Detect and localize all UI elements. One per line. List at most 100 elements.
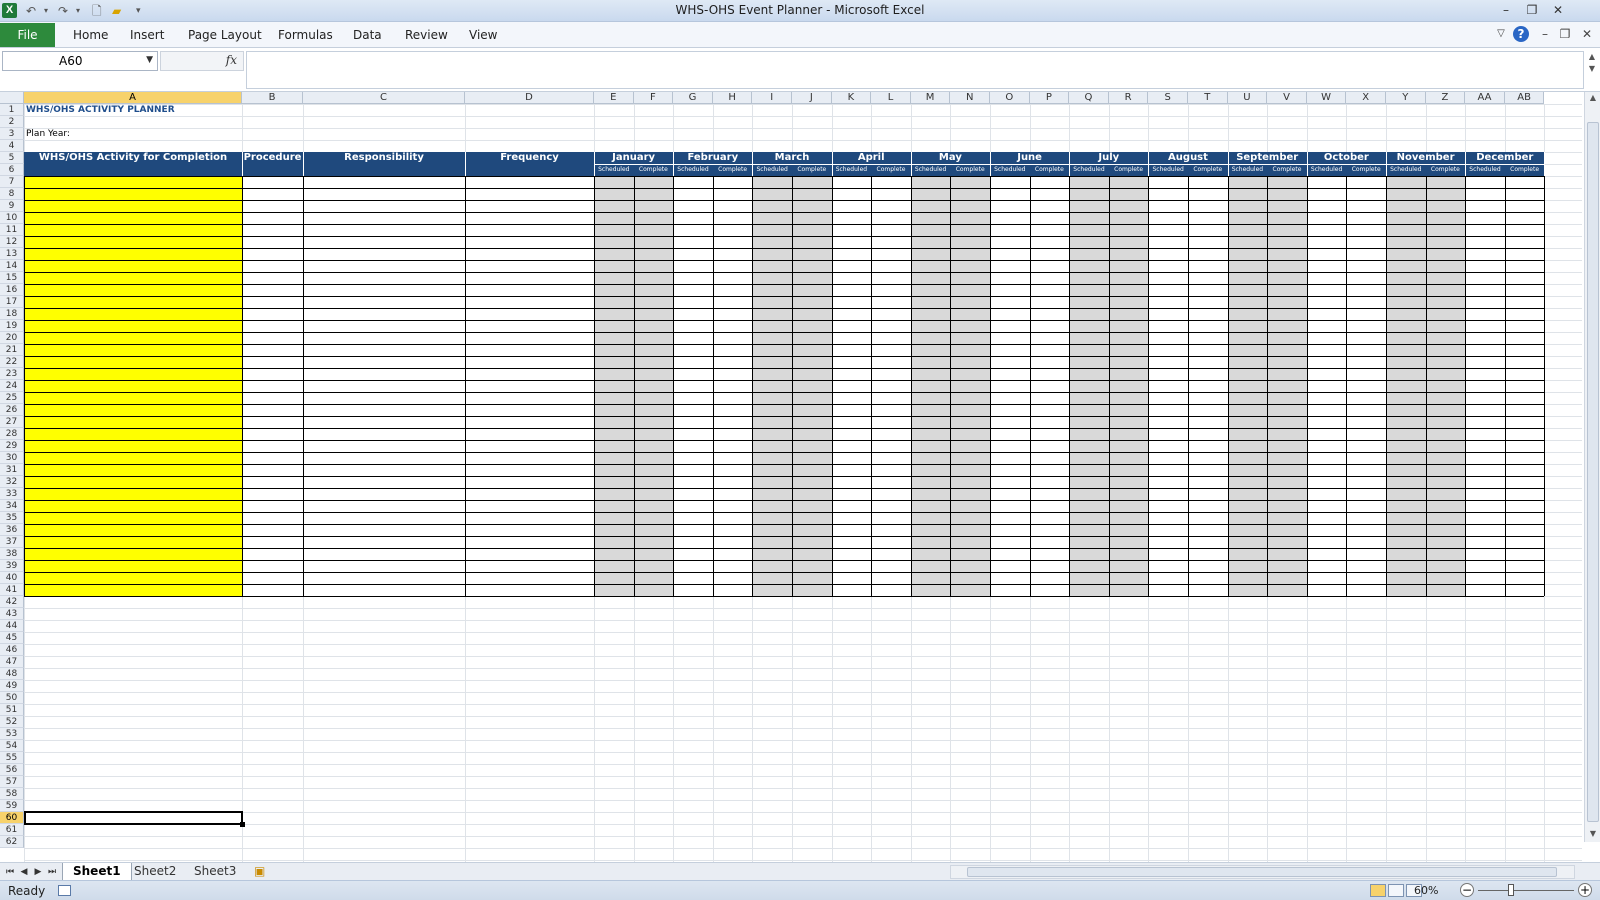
close-icon[interactable]: ✕ xyxy=(1546,1,1570,19)
row-header-60[interactable]: 60 xyxy=(0,812,24,824)
column-header-f[interactable]: F xyxy=(633,92,674,104)
sheet-title[interactable]: WHS/OHS ACTIVITY PLANNER xyxy=(26,104,175,116)
fill-handle[interactable] xyxy=(240,822,245,827)
subheader-scheduled[interactable]: Scheduled xyxy=(752,164,792,176)
column-header-p[interactable]: P xyxy=(1029,92,1070,104)
row-header-39[interactable]: 39 xyxy=(0,560,24,572)
row-header-3[interactable]: 3 xyxy=(0,128,24,140)
row-header-22[interactable]: 22 xyxy=(0,356,24,368)
tab-page-layout[interactable]: Page Layout xyxy=(188,23,262,47)
month-header-december[interactable]: December xyxy=(1465,152,1544,164)
vertical-scrollbar[interactable]: ▲ ▼ xyxy=(1584,92,1600,842)
column-header-v[interactable]: V xyxy=(1267,92,1307,104)
header-procedure[interactable]: Procedure xyxy=(242,152,303,164)
row-header-56[interactable]: 56 xyxy=(0,764,24,776)
scroll-up-icon[interactable]: ▲ xyxy=(1585,92,1600,104)
tab-review[interactable]: Review xyxy=(405,23,448,47)
column-header-d[interactable]: D xyxy=(465,92,594,104)
column-header-g[interactable]: G xyxy=(673,92,713,104)
row-header-17[interactable]: 17 xyxy=(0,296,24,308)
row-header-55[interactable]: 55 xyxy=(0,752,24,764)
row-header-54[interactable]: 54 xyxy=(0,740,24,752)
subheader-scheduled[interactable]: Scheduled xyxy=(832,164,872,176)
month-header-june[interactable]: June xyxy=(990,152,1069,164)
insert-sheet-icon[interactable]: ▣ xyxy=(244,863,275,880)
first-sheet-icon[interactable]: ⏮ xyxy=(4,865,16,879)
column-header-h[interactable]: H xyxy=(712,92,753,104)
column-header-z[interactable]: Z xyxy=(1425,92,1466,104)
column-header-y[interactable]: Y xyxy=(1386,92,1426,104)
macro-record-icon[interactable] xyxy=(58,885,71,896)
month-header-july[interactable]: July xyxy=(1069,152,1148,164)
subheader-complete[interactable]: Complete xyxy=(634,164,674,176)
zoom-slider-track[interactable] xyxy=(1478,890,1574,891)
row-header-46[interactable]: 46 xyxy=(0,644,24,656)
row-header-10[interactable]: 10 xyxy=(0,212,24,224)
column-header-i[interactable]: I xyxy=(752,92,792,104)
subheader-complete[interactable]: Complete xyxy=(1030,164,1070,176)
row-header-5[interactable]: 5 xyxy=(0,152,24,164)
subheader-scheduled[interactable]: Scheduled xyxy=(673,164,713,176)
chevron-down-icon[interactable]: ▼ xyxy=(146,55,153,65)
row-header-30[interactable]: 30 xyxy=(0,452,24,464)
row-header-38[interactable]: 38 xyxy=(0,548,24,560)
row-header-19[interactable]: 19 xyxy=(0,320,24,332)
row-header-62[interactable]: 62 xyxy=(0,836,24,848)
tab-view[interactable]: View xyxy=(469,23,497,47)
sheet-tab-sheet2[interactable]: Sheet2 xyxy=(124,863,186,880)
subheader-complete[interactable]: Complete xyxy=(950,164,990,176)
workbook-minimize-icon[interactable]: – xyxy=(1536,25,1554,43)
help-icon[interactable]: ? xyxy=(1513,26,1529,42)
worksheet-grid[interactable]: A B C D E F G H I J K L M N O P Q R S T U V W X Y Z AA AB 123456789… xyxy=(0,92,1582,862)
row-header-31[interactable]: 31 xyxy=(0,464,24,476)
row-header-1[interactable]: 1 xyxy=(0,104,24,116)
column-header-m[interactable]: M xyxy=(910,92,951,104)
scroll-down-icon[interactable]: ▼ xyxy=(1585,828,1600,840)
horizontal-scroll-thumb[interactable] xyxy=(967,867,1557,877)
column-header-t[interactable]: T xyxy=(1188,92,1228,104)
column-header-c[interactable]: C xyxy=(303,92,465,104)
month-header-march[interactable]: March xyxy=(752,152,831,164)
row-header-25[interactable]: 25 xyxy=(0,392,24,404)
subheader-scheduled[interactable]: Scheduled xyxy=(990,164,1030,176)
tab-insert[interactable]: Insert xyxy=(130,23,164,47)
column-header-s[interactable]: S xyxy=(1148,92,1188,104)
column-header-j[interactable]: J xyxy=(792,92,832,104)
row-header-24[interactable]: 24 xyxy=(0,380,24,392)
row-header-50[interactable]: 50 xyxy=(0,692,24,704)
minimize-icon[interactable]: – xyxy=(1494,1,1518,19)
row-header-2[interactable]: 2 xyxy=(0,116,24,128)
subheader-complete[interactable]: Complete xyxy=(792,164,832,176)
row-header-59[interactable]: 59 xyxy=(0,800,24,812)
row-header-14[interactable]: 14 xyxy=(0,260,24,272)
tab-data[interactable]: Data xyxy=(353,23,382,47)
zoom-out-icon[interactable]: − xyxy=(1460,883,1474,897)
row-header-7[interactable]: 7 xyxy=(0,176,24,188)
minimize-ribbon-icon[interactable]: ▽ xyxy=(1492,25,1510,43)
column-header-x[interactable]: X xyxy=(1346,92,1386,104)
insert-function-icon[interactable]: fx xyxy=(226,53,237,67)
subheader-scheduled[interactable]: Scheduled xyxy=(1465,164,1505,176)
subheader-scheduled[interactable]: Scheduled xyxy=(594,164,634,176)
name-box[interactable]: A60 ▼ xyxy=(2,51,158,71)
column-header-u[interactable]: U xyxy=(1227,92,1268,104)
formula-input[interactable] xyxy=(246,51,1584,89)
subheader-complete[interactable]: Complete xyxy=(1267,164,1307,176)
row-header-21[interactable]: 21 xyxy=(0,344,24,356)
zoom-slider-thumb[interactable] xyxy=(1508,884,1514,896)
column-header-l[interactable]: L xyxy=(871,92,911,104)
subheader-complete[interactable]: Complete xyxy=(1505,164,1545,176)
row-header-15[interactable]: 15 xyxy=(0,272,24,284)
row-header-53[interactable]: 53 xyxy=(0,728,24,740)
restore-icon[interactable]: ❐ xyxy=(1520,1,1544,19)
subheader-scheduled[interactable]: Scheduled xyxy=(1228,164,1268,176)
column-header-q[interactable]: Q xyxy=(1069,92,1109,104)
month-header-february[interactable]: February xyxy=(673,152,752,164)
row-header-16[interactable]: 16 xyxy=(0,284,24,296)
page-layout-view-icon[interactable] xyxy=(1388,884,1404,897)
month-header-october[interactable]: October xyxy=(1307,152,1386,164)
row-header-45[interactable]: 45 xyxy=(0,632,24,644)
column-header-n[interactable]: N xyxy=(950,92,990,104)
row-header-28[interactable]: 28 xyxy=(0,428,24,440)
column-header-ab[interactable]: AB xyxy=(1504,92,1545,104)
